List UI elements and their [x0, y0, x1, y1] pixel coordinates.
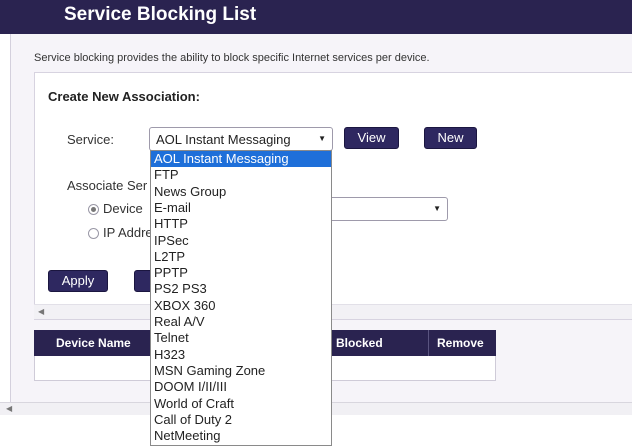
service-select-value: AOL Instant Messaging — [156, 132, 291, 147]
ip-address-radio-label: IP Addre — [103, 225, 153, 240]
new-button[interactable]: New — [424, 127, 477, 149]
dropdown-option[interactable]: News Group — [151, 184, 331, 200]
dropdown-option[interactable]: E-mail — [151, 200, 331, 216]
column-divider — [428, 330, 429, 356]
page-description: Service blocking provides the ability to… — [34, 52, 430, 64]
dropdown-option[interactable]: HTTP — [151, 216, 331, 232]
create-association-box — [34, 72, 632, 320]
page-header: Service Blocking List — [0, 0, 632, 34]
chevron-down-icon: ▼ — [318, 134, 326, 143]
dropdown-option[interactable]: Call of Duty 2 — [151, 412, 331, 428]
apply-button[interactable]: Apply — [48, 270, 108, 292]
dropdown-option[interactable]: PS2 PS3 — [151, 281, 331, 297]
column-header-device-name: Device Name — [56, 336, 131, 350]
device-radio-label: Device — [103, 201, 143, 216]
service-label: Service: — [67, 132, 114, 147]
column-header-remove: Remove — [437, 336, 484, 350]
dropdown-option[interactable]: Real A/V — [151, 314, 331, 330]
dropdown-option[interactable]: IPSec — [151, 233, 331, 249]
page-title: Service Blocking List — [64, 4, 257, 25]
dropdown-option[interactable]: Telnet — [151, 330, 331, 346]
dropdown-option[interactable]: XBOX 360 — [151, 298, 331, 314]
view-button[interactable]: View — [344, 127, 399, 149]
scroll-left-icon[interactable]: ◀ — [6, 404, 12, 413]
device-radio[interactable] — [88, 204, 99, 215]
dropdown-option[interactable]: FTP — [151, 167, 331, 183]
dropdown-option[interactable]: World of Craft — [151, 396, 331, 412]
service-select[interactable]: AOL Instant Messaging ▼ — [149, 127, 333, 151]
dropdown-option[interactable]: PPTP — [151, 265, 331, 281]
dropdown-option[interactable]: AOL Instant Messaging — [151, 151, 331, 167]
dropdown-option[interactable]: H323 — [151, 347, 331, 363]
dropdown-option[interactable]: L2TP — [151, 249, 331, 265]
column-header-blocked: Blocked — [336, 336, 383, 350]
scroll-left-icon[interactable]: ◀ — [38, 307, 44, 316]
ip-address-radio[interactable] — [88, 228, 99, 239]
service-dropdown-list[interactable]: AOL Instant Messaging FTP News Group E-m… — [150, 150, 332, 446]
dropdown-option[interactable]: MSN Gaming Zone — [151, 363, 331, 379]
dropdown-option[interactable]: DOOM I/II/III — [151, 379, 331, 395]
associate-service-label: Associate Ser — [67, 178, 148, 193]
form-horizontal-scrollbar[interactable]: ◀ — [34, 304, 632, 319]
chevron-down-icon: ▼ — [433, 204, 441, 213]
dropdown-option[interactable]: NetMeeting — [151, 428, 331, 444]
create-association-title: Create New Association: — [48, 89, 200, 104]
